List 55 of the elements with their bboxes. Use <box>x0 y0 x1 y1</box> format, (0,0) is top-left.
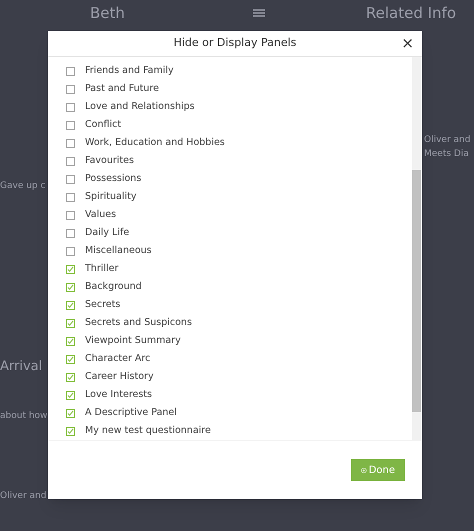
checkbox[interactable] <box>66 210 75 220</box>
checked-checkbox[interactable] <box>66 318 75 328</box>
plus-circle-icon <box>361 466 367 474</box>
checked-checkbox[interactable] <box>66 264 75 274</box>
panel-option[interactable]: Love Interests <box>66 386 412 404</box>
background-text: Meets Dia <box>424 148 469 161</box>
background-text: Oliver and <box>0 490 46 503</box>
menu-icon <box>252 8 265 18</box>
checked-checkbox[interactable] <box>66 372 75 382</box>
checked-checkbox[interactable] <box>66 336 75 346</box>
panel-option[interactable]: Viewpoint Summary <box>66 332 412 350</box>
checked-checkbox[interactable] <box>66 282 75 292</box>
panel-option[interactable]: Values <box>66 206 412 224</box>
panel-option[interactable]: Daily Life <box>66 224 412 242</box>
panel-option[interactable]: Career History <box>66 368 412 386</box>
panel-option[interactable]: Spirituality <box>66 188 412 206</box>
column-title: Related Info <box>366 2 456 24</box>
background-text: Oliver and <box>424 134 470 147</box>
checkbox[interactable] <box>66 120 75 130</box>
checked-checkbox[interactable] <box>66 300 75 310</box>
panel-option[interactable]: Miscellaneous <box>66 242 412 260</box>
checked-checkbox[interactable] <box>66 354 75 364</box>
panel-option[interactable]: Thriller <box>66 260 412 278</box>
panel-option[interactable]: A Descriptive Panel <box>66 404 412 422</box>
panel-option[interactable]: Background <box>66 278 412 296</box>
panel-option[interactable]: Favourites <box>66 152 412 170</box>
panel-option[interactable]: Love and Relationships <box>66 98 412 116</box>
column-title: Beth <box>90 2 125 24</box>
panel-option[interactable]: Friends and Family <box>66 62 412 80</box>
scrollbar[interactable] <box>412 57 421 440</box>
checkbox[interactable] <box>66 192 75 202</box>
dialog-title: Hide or Display Panels <box>174 35 296 52</box>
close-button[interactable]: × <box>401 35 414 51</box>
checkbox[interactable] <box>66 156 75 166</box>
checked-checkbox[interactable] <box>66 390 75 400</box>
panel-option[interactable]: Secrets <box>66 296 412 314</box>
checkbox[interactable] <box>66 174 75 184</box>
checkbox[interactable] <box>66 84 75 94</box>
background-text: about how <box>0 410 48 423</box>
checkbox[interactable] <box>66 228 75 238</box>
panel-option[interactable]: Work, Education and Hobbies <box>66 134 412 152</box>
panel-option[interactable]: Secrets and Suspicons <box>66 314 412 332</box>
checkbox[interactable] <box>66 138 75 148</box>
checkbox[interactable] <box>66 102 75 112</box>
panel-option[interactable]: Past and Future <box>66 80 412 98</box>
panel-option[interactable]: Character Arc <box>66 350 412 368</box>
background-text: Arrival <box>0 358 42 376</box>
checkbox[interactable] <box>66 66 75 76</box>
checkbox[interactable] <box>66 246 75 256</box>
panel-option[interactable]: My new test questionnaire <box>66 422 412 440</box>
panel-option[interactable]: Possessions <box>66 170 412 188</box>
panel-option[interactable]: Conflict <box>66 116 412 134</box>
checked-checkbox[interactable] <box>66 408 75 418</box>
background-text: Gave up c <box>0 180 46 193</box>
checked-checkbox[interactable] <box>66 426 75 436</box>
